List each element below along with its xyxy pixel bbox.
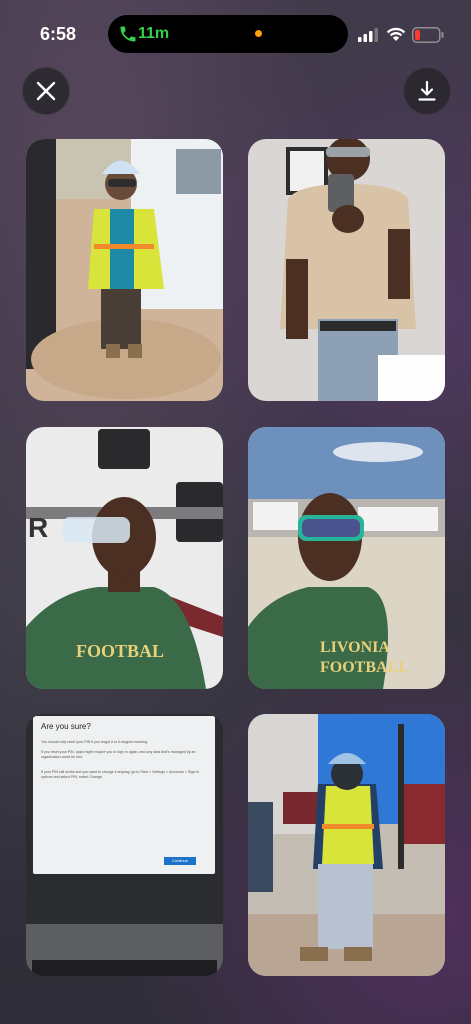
status-bar: 6:58 11m [0,0,471,70]
svg-text:FOOTBAL: FOOTBAL [76,641,164,661]
photo-3-rv-selfie[interactable]: R FOOTBAL [26,427,223,689]
photo-1-worker-by-truck[interactable] [26,139,223,401]
photo-6-worker-on-site[interactable] [248,714,445,976]
svg-text:LIVONIA: LIVONIA [320,639,390,656]
download-button[interactable] [403,67,451,115]
pin-reset-dialog: Are you sure? You should only reset your… [33,716,215,874]
dialog-text-3: If your PIN still works and you want to … [41,770,200,779]
battery-icon [412,27,444,43]
dynamic-island[interactable]: 11m [108,15,348,53]
dialog-title: Are you sure? [41,722,91,731]
dialog-text-2: If you reset your PIN, apps might requir… [41,750,196,759]
photo-2-mirror-selfie[interactable] [248,139,445,401]
svg-text:R: R [28,512,48,543]
phone-icon [120,26,136,42]
wifi-icon [386,27,406,41]
photo-5-laptop-screen[interactable]: Are you sure? You should only reset your… [26,714,223,976]
call-duration: 11m [138,25,170,42]
signal-icon [358,28,378,42]
dialog-continue-button: Continue [164,857,196,865]
status-time: 6:58 [40,24,77,44]
close-button[interactable] [22,67,70,115]
photo-4-outdoor-selfie[interactable]: LIVONIA FOOTBALL [248,427,445,689]
mic-indicator-dot [255,30,262,37]
close-icon [36,81,56,101]
dialog-text-1: You should only reset your PIN if you fo… [41,740,148,744]
download-icon [418,80,436,101]
svg-text:FOOTBALL: FOOTBALL [320,659,409,676]
